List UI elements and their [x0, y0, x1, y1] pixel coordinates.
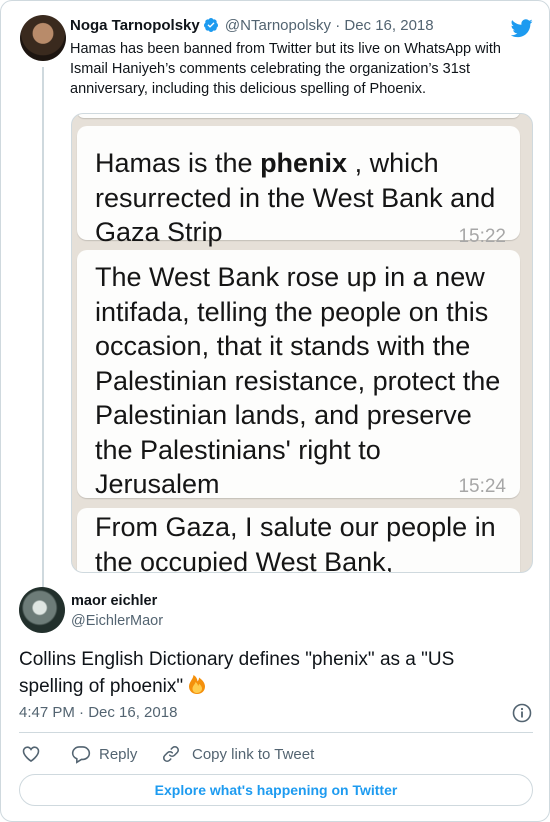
- thread-line: [42, 67, 44, 587]
- tweet-card: Noga Tarnopolsky @NTarnopolsky · Dec 16,…: [0, 0, 550, 822]
- avatar[interactable]: [20, 15, 66, 61]
- chat-bubble: The West Bank rose up in a new intifada,…: [77, 250, 520, 499]
- tweet-date[interactable]: Dec 16, 2018: [344, 17, 433, 34]
- copy-link-label: Copy link to Tweet: [192, 745, 315, 763]
- copy-link-button[interactable]: Copy link to Tweet: [161, 744, 314, 764]
- chat-bubble: [77, 114, 520, 118]
- reply-icon: [71, 746, 91, 764]
- verified-badge-icon: [203, 18, 218, 32]
- chat-bubble-text: From Gaza, I salute our people in the oc…: [95, 512, 496, 573]
- like-button[interactable]: [21, 744, 41, 764]
- chat-bubble-bold-word: phenix: [260, 148, 348, 178]
- author-name[interactable]: Noga Tarnopolsky: [70, 17, 200, 34]
- chat-bubble: From Gaza, I salute our people in the oc…: [77, 508, 520, 573]
- reply-tweet-text: Collins English Dictionary defines "phen…: [19, 647, 519, 700]
- parent-tweet-text: Hamas has been banned from Twitter but i…: [70, 41, 501, 97]
- reply-button[interactable]: Reply: [71, 744, 137, 764]
- tweet-timestamp[interactable]: 4:47 PM · Dec 16, 2018: [19, 704, 177, 721]
- twitter-bird-icon[interactable]: [511, 17, 533, 39]
- reply-label: Reply: [99, 745, 138, 763]
- tweet-media-image[interactable]: Hamas is the phenix , which resurrected …: [71, 113, 533, 573]
- info-icon[interactable]: [512, 703, 532, 723]
- chat-bubble-time: 15:24: [458, 476, 506, 497]
- chat-bubble-text: The West Bank rose up in a new intifada,…: [95, 262, 501, 499]
- heart-icon: [22, 746, 40, 763]
- author-handle[interactable]: @EichlerMaor: [71, 613, 163, 629]
- link-icon: [163, 746, 179, 762]
- chat-bubble: Hamas is the phenix , which resurrected …: [77, 126, 520, 247]
- parent-tweet-header: Noga Tarnopolsky @NTarnopolsky · Dec 16,…: [70, 17, 434, 34]
- avatar[interactable]: [19, 587, 65, 633]
- reply-tweet-text-content: Collins English Dictionary defines "phen…: [19, 649, 455, 697]
- separator-dot: ·: [331, 17, 345, 34]
- chat-bubble-text: Hamas is the: [95, 148, 261, 178]
- divider: [19, 732, 533, 733]
- fire-emoji-icon: [189, 675, 206, 694]
- explore-button[interactable]: Explore what's happening on Twitter: [19, 774, 533, 806]
- author-handle[interactable]: @NTarnopolsky: [225, 17, 331, 34]
- author-name[interactable]: maor eichler: [71, 593, 157, 609]
